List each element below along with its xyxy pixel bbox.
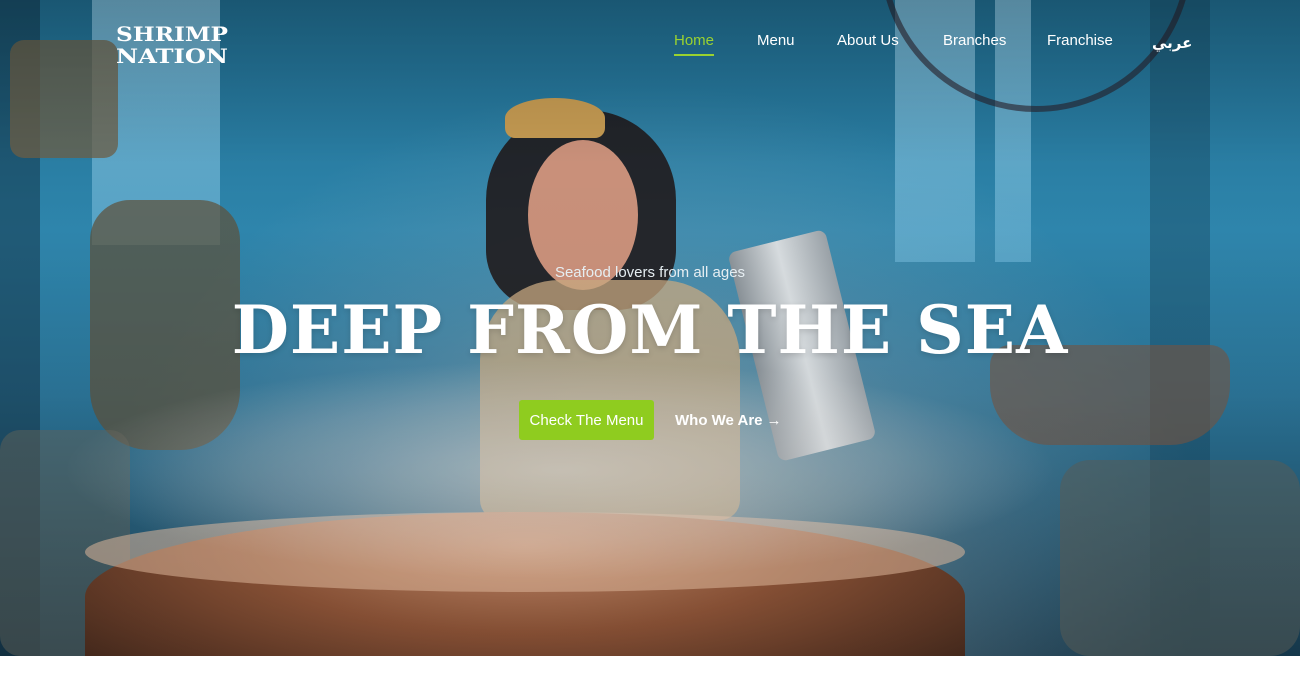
nav-active-underline [674,54,714,56]
nav-item-franchise[interactable]: Franchise [1047,32,1113,49]
hero-section: SHRIMP NATION Home Menu About Us Branche… [0,0,1300,656]
language-switch[interactable]: عربي [1152,34,1192,52]
arrow-right-icon: → [766,411,782,429]
check-menu-button[interactable]: Check The Menu [519,400,654,440]
who-we-are-link[interactable]: Who We Are → [675,409,782,431]
hero-tagline: Seafood lovers from all ages [554,264,746,281]
nav-item-menu[interactable]: Menu [757,32,795,49]
nav-item-home[interactable]: Home [674,32,714,49]
hero-headline: DEEP FROM THE SEA [231,291,1069,369]
page-content-start [0,656,1300,681]
who-we-are-label: Who We Are [675,411,763,429]
nav-item-about-us[interactable]: About Us [837,32,899,49]
nav-item-branches[interactable]: Branches [943,32,1006,49]
main-nav: Home Menu About Us Branches Franchise عر… [0,30,1300,60]
